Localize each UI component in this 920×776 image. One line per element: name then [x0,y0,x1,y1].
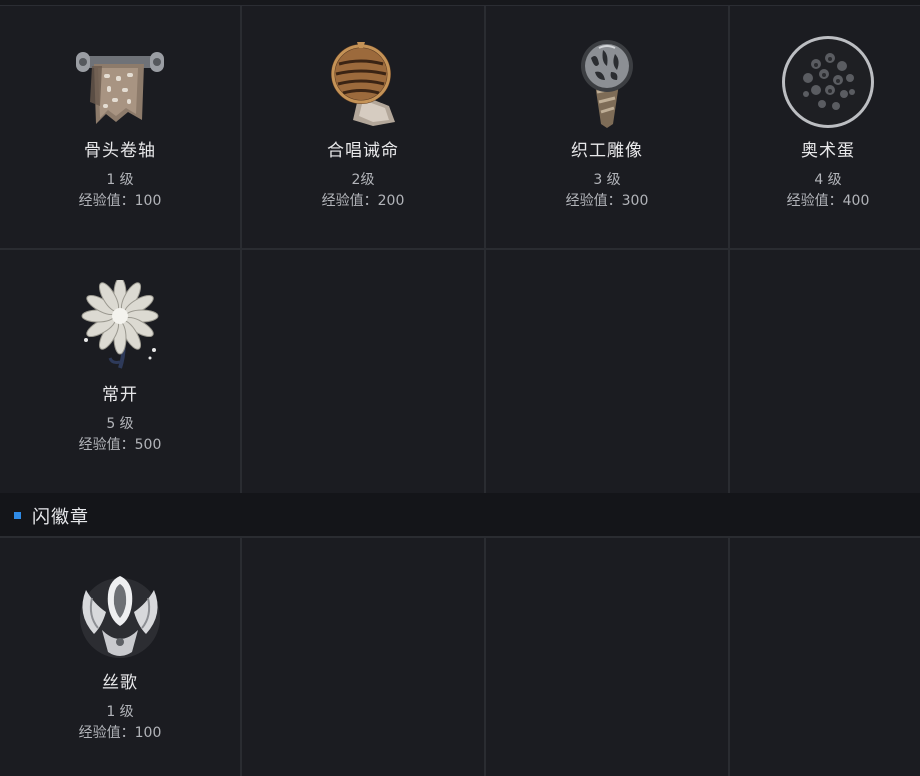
item-card-arcane-egg[interactable]: 奥术蛋 4 级 经验值：400 [730,6,920,248]
item-name: 骨头卷轴 [84,141,156,161]
item-card-bone-scroll[interactable]: 骨头卷轴 1 级 经验值：100 [0,6,240,248]
empty-slot [242,538,484,776]
item-name: 奥术蛋 [801,141,855,161]
empty-slot [486,538,728,776]
item-level: 2级 [351,172,375,188]
item-exp: 经验值：100 [78,193,162,209]
item-exp: 经验值：200 [321,193,405,209]
empty-slot [730,538,920,776]
item-exp: 经验值：400 [786,193,870,209]
item-card-choral-commandment[interactable]: 合唱诫命 2级 经验值：200 [242,6,484,248]
item-name: 织工雕像 [571,141,643,161]
item-level: 5 级 [106,416,134,432]
collection-page: 骨头卷轴 1 级 经验值：100 合唱诫命 2级 经验值：200 织工雕像 3 … [0,0,920,776]
empty-slot [242,250,484,493]
badge-level: 1 级 [106,704,134,720]
choral-commandment-icon [331,42,395,126]
item-exp: 经验值：300 [565,193,649,209]
arcane-egg-icon [782,36,874,128]
badge-card-silksong[interactable]: 丝歌 1 级 经验值：100 [0,538,240,776]
item-level: 1 级 [106,172,134,188]
item-level: 4 级 [814,172,842,188]
empty-slot [730,250,920,493]
empty-slot [486,250,728,493]
item-name: 合唱诫命 [327,141,399,161]
everbloom-icon [81,280,159,369]
section-title: 闪徽章 [32,506,89,528]
bone-scroll-icon [76,52,164,124]
item-level: 3 级 [593,172,621,188]
item-exp: 经验值：500 [78,437,162,453]
weaver-effigy-icon [581,40,633,128]
item-card-everbloom[interactable]: 常开 5 级 经验值：500 [0,250,240,493]
badges-grid: 丝歌 1 级 经验值：100 [0,538,920,776]
item-name: 常开 [102,385,138,405]
badge-name: 丝歌 [102,673,138,693]
items-grid: 骨头卷轴 1 级 经验值：100 合唱诫命 2级 经验值：200 织工雕像 3 … [0,6,920,493]
silksong-crest-icon [80,576,160,658]
item-card-weaver-effigy[interactable]: 织工雕像 3 级 经验值：300 [486,6,728,248]
section-marker [14,512,21,519]
section-header-badges: 闪徽章 [0,495,920,538]
badge-exp: 经验值：100 [78,725,162,741]
